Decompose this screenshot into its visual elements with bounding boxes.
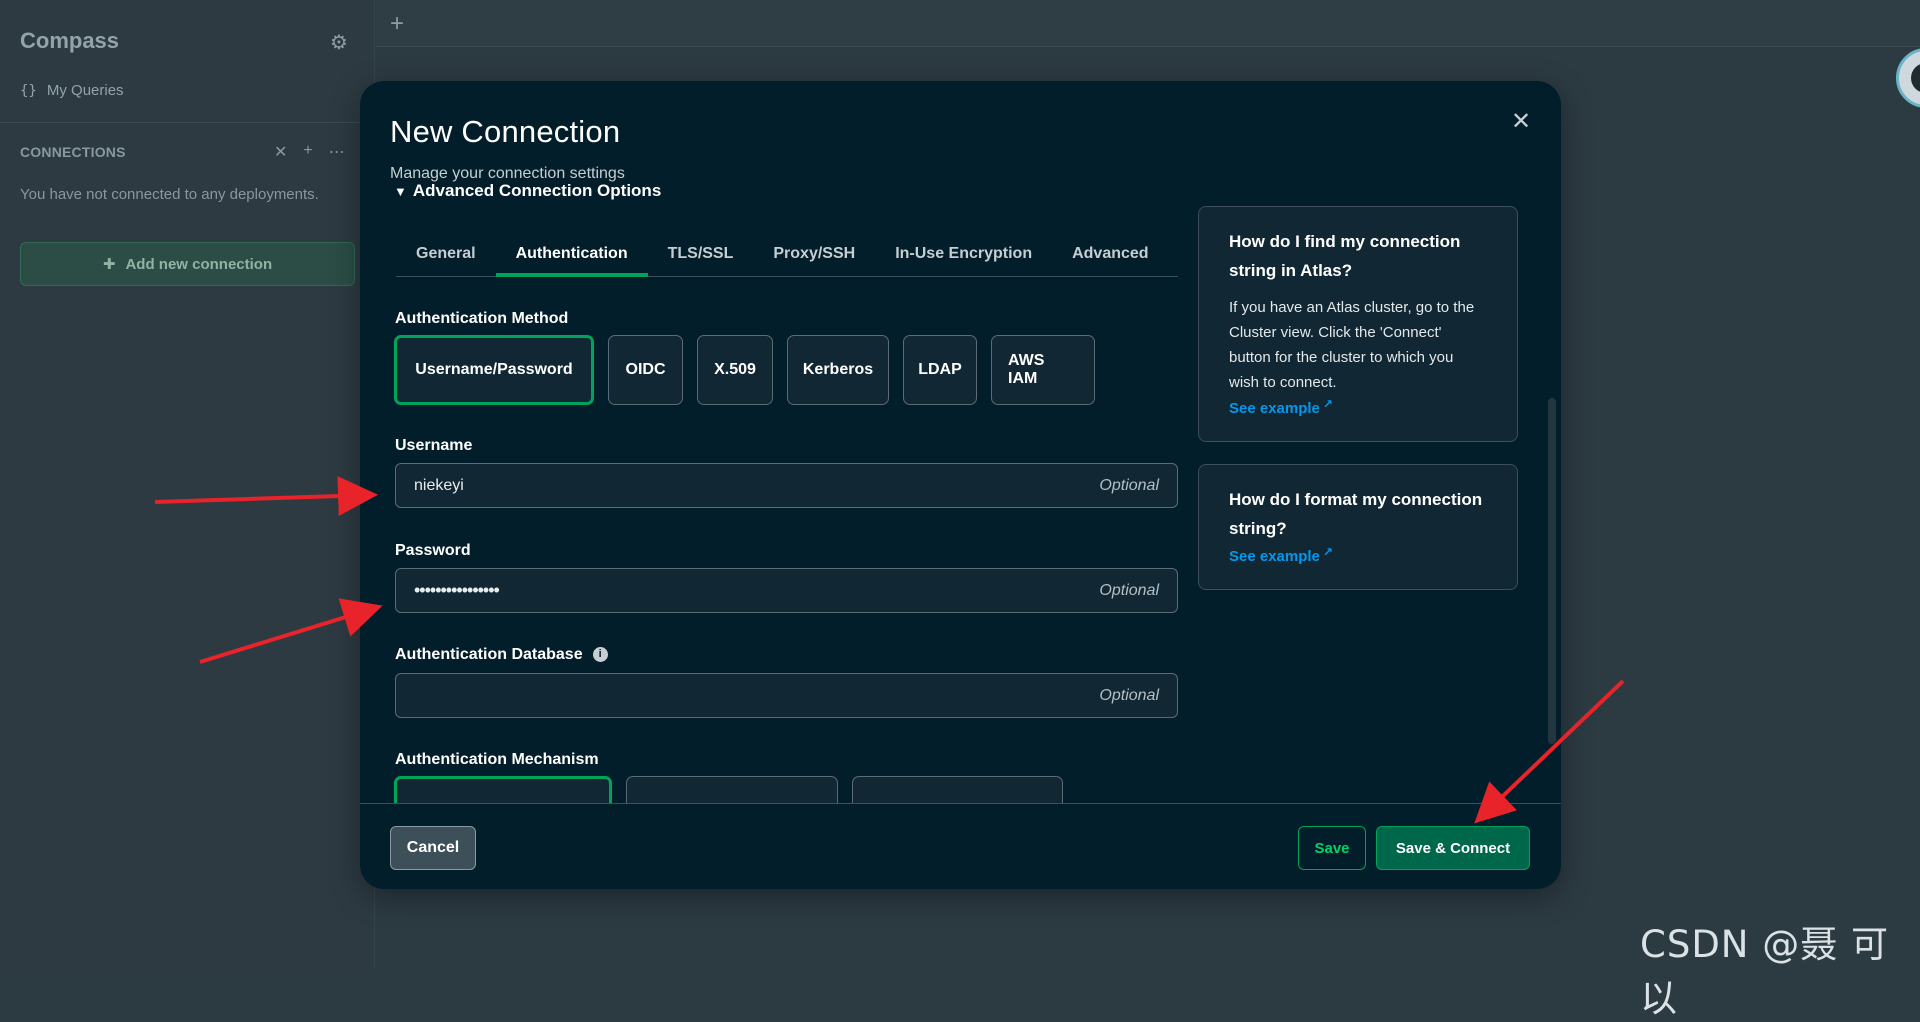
- watermark: CSDN @聂 可 以: [1640, 923, 1890, 1020]
- cancel-button[interactable]: Cancel: [390, 826, 476, 870]
- app-title: Compass: [20, 28, 120, 53]
- external-link-icon: ↗: [1322, 545, 1333, 559]
- modal-footer: Cancel Save Save & Connect: [360, 803, 1561, 889]
- username-value: niekeyi: [414, 476, 464, 494]
- tab-authentication[interactable]: Authentication: [495, 231, 648, 277]
- tab-bar: [376, 0, 1920, 47]
- see-example-label: See example: [1229, 548, 1320, 565]
- auth-method-aws-iam[interactable]: AWS IAM: [991, 335, 1095, 405]
- plus-icon: ✚: [102, 256, 116, 273]
- plus-icon[interactable]: +: [303, 142, 312, 162]
- connections-heading: CONNECTIONS: [20, 144, 126, 160]
- connections-actions: ✕ + ⋯: [274, 142, 345, 162]
- auth-database-label-text: Authentication Database: [395, 646, 583, 663]
- more-icon[interactable]: ⋯: [329, 142, 345, 162]
- auth-mechanism-option[interactable]: [626, 776, 838, 803]
- see-example-link[interactable]: See example ↗: [1229, 397, 1333, 417]
- auth-method-kerberos[interactable]: Kerberos: [787, 335, 889, 405]
- avatar-inner: [1911, 63, 1920, 93]
- my-queries-link[interactable]: {} My Queries: [20, 82, 124, 99]
- info-icon[interactable]: i: [592, 646, 608, 662]
- collapse-icon[interactable]: ✕: [274, 142, 287, 162]
- auth-mechanism-option[interactable]: [394, 776, 612, 803]
- empty-connections-message: You have not connected to any deployment…: [20, 186, 319, 203]
- tab-advanced[interactable]: Advanced: [1052, 231, 1168, 277]
- new-tab-icon[interactable]: +: [390, 10, 404, 38]
- password-label: Password: [395, 542, 471, 559]
- help-card-title: How do I find my connection string in At…: [1229, 232, 1461, 280]
- auth-method-username-password[interactable]: Username/Password: [394, 335, 594, 405]
- add-connection-button[interactable]: ✚ Add new connection: [20, 242, 355, 286]
- see-example-link[interactable]: See example ↗: [1229, 545, 1333, 565]
- optional-hint: Optional: [1099, 686, 1159, 704]
- tab-tls-ssl[interactable]: TLS/SSL: [648, 231, 754, 277]
- username-field[interactable]: niekeyi Optional: [395, 463, 1178, 508]
- password-value: ••••••••••••••••: [414, 580, 500, 600]
- sidebar: Compass ⚙ {} My Queries CONNECTIONS ✕ + ⋯…: [0, 0, 375, 969]
- auth-method-group: Username/Password OIDC X.509 Kerberos LD…: [394, 335, 1095, 405]
- my-queries-label: My Queries: [46, 82, 124, 99]
- auth-method-label: Authentication Method: [395, 310, 569, 327]
- auth-database-label: Authentication Database i: [395, 646, 608, 664]
- advanced-options-label: Advanced Connection Options: [412, 181, 662, 200]
- help-card-title: How do I format my connection string?: [1229, 490, 1483, 538]
- braces-icon: {}: [20, 83, 37, 99]
- tab-general[interactable]: General: [396, 231, 496, 277]
- gear-icon[interactable]: ⚙: [330, 30, 348, 55]
- chevron-down-icon: ▼: [394, 183, 407, 199]
- auth-mechanism-label: Authentication Mechanism: [395, 751, 599, 768]
- advanced-options-toggle[interactable]: ▼ Advanced Connection Options: [394, 181, 661, 201]
- modal-title: New Connection: [390, 114, 621, 149]
- close-icon[interactable]: ✕: [1511, 107, 1531, 136]
- password-field[interactable]: •••••••••••••••• Optional: [395, 568, 1178, 613]
- tab-in-use-encryption[interactable]: In-Use Encryption: [875, 231, 1052, 277]
- sidebar-divider: [0, 122, 375, 123]
- tab-proxy-ssh[interactable]: Proxy/SSH: [753, 231, 875, 277]
- see-example-label: See example: [1229, 400, 1320, 417]
- scrollbar[interactable]: [1548, 398, 1556, 744]
- username-label: Username: [395, 437, 473, 454]
- auth-mechanism-group: [394, 776, 1063, 803]
- save-connect-button[interactable]: Save & Connect: [1376, 826, 1530, 870]
- optional-hint: Optional: [1099, 581, 1159, 599]
- help-card-body: If you have an Atlas cluster, go to the …: [1229, 299, 1475, 391]
- help-card-atlas: How do I find my connection string in At…: [1198, 206, 1518, 442]
- avatar[interactable]: [1896, 48, 1920, 108]
- auth-method-oidc[interactable]: OIDC: [608, 335, 683, 405]
- new-connection-modal: New Connection ✕ Manage your connection …: [360, 81, 1561, 889]
- auth-mechanism-option[interactable]: [852, 776, 1063, 803]
- auth-method-x509[interactable]: X.509: [697, 335, 773, 405]
- save-button[interactable]: Save: [1298, 826, 1366, 870]
- help-card-format: How do I format my connection string? Se…: [1198, 464, 1518, 590]
- add-connection-label: Add new connection: [125, 255, 273, 273]
- optional-hint: Optional: [1099, 476, 1159, 494]
- advanced-tabs: General Authentication TLS/SSL Proxy/SSH…: [396, 231, 1178, 277]
- auth-method-ldap[interactable]: LDAP: [903, 335, 977, 405]
- external-link-icon: ↗: [1322, 397, 1333, 411]
- auth-database-field[interactable]: Optional: [395, 673, 1178, 718]
